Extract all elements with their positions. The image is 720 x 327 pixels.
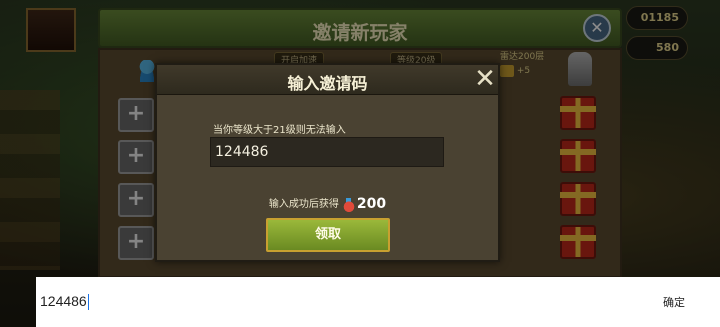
dialog-title: 输入邀请码 [287, 74, 368, 93]
reward-prefix: 输入成功后获得 [268, 199, 339, 210]
dialog-header: 输入邀请码 ✕ [157, 65, 498, 95]
text-caret [87, 294, 89, 311]
claim-button[interactable]: 领取 [266, 218, 390, 252]
invite-code-input[interactable]: 124486 [210, 137, 444, 167]
ime-text-field[interactable]: 124486 [40, 293, 89, 311]
level-limit-hint: 当你等级大于21级则无法输入 [213, 125, 346, 136]
invite-code-dialog: 输入邀请码 ✕ 当你等级大于21级则无法输入 124486 输入成功后获得 200… [155, 63, 500, 262]
ime-input-bar: 124486 确定 [36, 277, 720, 327]
close-icon[interactable]: ✕ [473, 66, 497, 92]
ime-text-value: 124486 [40, 293, 87, 309]
confirm-button[interactable]: 确定 [663, 294, 685, 310]
potion-icon [342, 196, 355, 212]
reward-info: 输入成功后获得 200 [157, 195, 498, 212]
reward-amount: 200 [356, 196, 387, 212]
